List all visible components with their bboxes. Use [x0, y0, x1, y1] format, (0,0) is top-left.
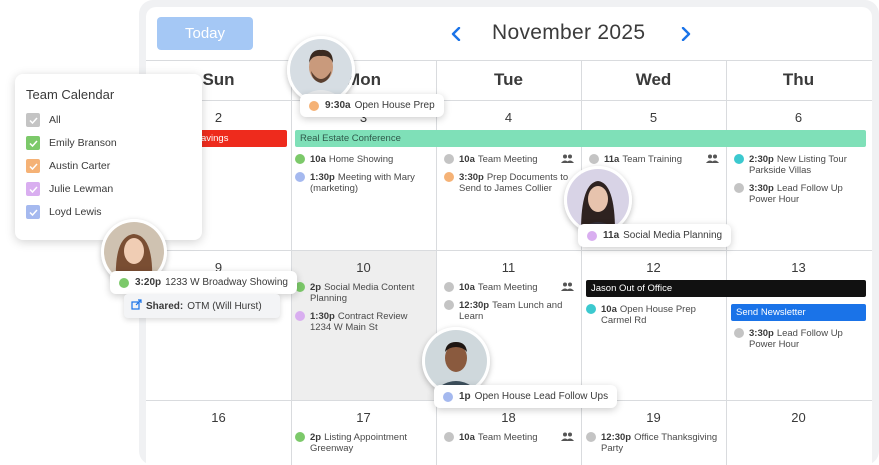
event-dot — [586, 432, 596, 442]
event-dot — [444, 282, 454, 292]
day-number[interactable]: 11 — [436, 260, 581, 275]
event-dot — [587, 230, 597, 241]
event-dot — [444, 172, 454, 182]
prev-month-icon[interactable] — [451, 27, 461, 41]
event-dot — [443, 391, 453, 402]
team-member-emily[interactable]: Emily Branson — [26, 136, 117, 150]
checkbox-checked-icon[interactable] — [26, 182, 40, 196]
team-member-label: Loyd Lewis — [49, 206, 102, 218]
grid-line — [146, 60, 872, 61]
checkbox-checked-icon[interactable] — [26, 113, 40, 127]
share-icon — [131, 299, 142, 313]
checkbox-checked-icon[interactable] — [26, 205, 40, 219]
month-title: November 2025 — [492, 21, 646, 44]
event-item[interactable]: 3:30p Prep Documents to Send to James Coll… — [444, 172, 580, 194]
team-member-label: Julie Lewman — [49, 183, 114, 195]
dayname-tue: Tue — [494, 70, 523, 89]
day-number[interactable]: 6 — [726, 110, 871, 125]
event-item[interactable]: 10a Team Meeting — [444, 432, 574, 443]
day-number[interactable]: 19 — [581, 410, 726, 425]
team-icon — [561, 432, 574, 444]
team-member-all[interactable]: All — [26, 113, 61, 127]
event-item[interactable]: 11a Team Training — [589, 154, 719, 165]
day-number[interactable]: 13 — [726, 260, 871, 275]
event-item[interactable]: 10a Home Showing — [295, 154, 433, 165]
team-member-loyd[interactable]: Loyd Lewis — [26, 205, 102, 219]
team-member-austin[interactable]: Austin Carter — [26, 159, 110, 173]
team-calendar-panel: Team Calendar All Emily Branson Austin C… — [15, 74, 202, 240]
event-dot — [309, 100, 319, 111]
checkbox-checked-icon[interactable] — [26, 159, 40, 173]
event-item[interactable]: 10a Team Meeting — [444, 282, 574, 293]
event-dot — [444, 432, 454, 442]
event-item[interactable]: 12:30p Team Lunch and Learn — [444, 300, 580, 322]
grid-line — [146, 250, 872, 251]
event-dot — [734, 328, 744, 338]
event-dot — [444, 154, 454, 164]
team-member-label: Austin Carter — [49, 160, 111, 172]
newsletter-bar[interactable]: Send Newsletter — [731, 304, 866, 321]
event-item[interactable]: 2p Listing Appointment Greenway — [295, 432, 433, 454]
event-dot — [734, 183, 744, 193]
team-panel-title: Team Calendar — [26, 87, 115, 102]
conference-bar[interactable]: Real Estate Conference — [295, 130, 866, 147]
event-dot — [295, 311, 305, 321]
day-number[interactable]: 10 — [291, 260, 436, 275]
team-member-julie[interactable]: Julie Lewman — [26, 182, 113, 196]
event-dot — [295, 154, 305, 164]
dayname-wed: Wed — [635, 70, 672, 89]
event-dot — [586, 304, 596, 314]
team-member-label: All — [49, 114, 61, 126]
event-item[interactable]: 3:30p Lead Follow Up Power Hour — [734, 183, 869, 205]
event-dot — [734, 154, 744, 164]
event-item[interactable]: 2:30p New Listing Tour Parkside Villas — [734, 154, 869, 176]
event-dot — [444, 300, 454, 310]
day-number[interactable]: 5 — [581, 110, 726, 125]
grid-line — [146, 100, 872, 101]
next-month-icon[interactable] — [681, 27, 691, 41]
today-button[interactable]: Today — [157, 17, 253, 50]
event-dot — [589, 154, 599, 164]
shared-calendar-tag[interactable]: Shared: OTM (Will Hurst) — [124, 294, 280, 318]
popup-open-house-prep[interactable]: 9:30a Open House Prep — [300, 94, 444, 117]
event-item[interactable]: 2p Social Media Content Planning — [295, 282, 433, 304]
event-item[interactable]: 10a Open House Prep Carmel Rd — [586, 304, 721, 326]
out-of-office-bar[interactable]: Jason Out of Office — [586, 280, 866, 297]
popup-broadway-showing[interactable]: 3:20p 1233 W Broadway Showing — [110, 271, 297, 294]
team-icon — [706, 154, 719, 166]
day-number[interactable]: 16 — [146, 410, 291, 425]
event-item[interactable]: 3:30p Lead Follow Up Power Hour — [734, 328, 869, 350]
day-number[interactable]: 20 — [726, 410, 871, 425]
event-item[interactable]: 1:30p Contract Review 1234 W Main St — [295, 311, 433, 333]
event-item[interactable]: 10a Team Meeting — [444, 154, 574, 165]
event-dot — [295, 172, 305, 182]
event-item[interactable]: 12:30p Office Thanksgiving Party — [586, 432, 721, 454]
event-dot — [119, 277, 129, 288]
day-number[interactable]: 18 — [436, 410, 581, 425]
popup-lead-follow-ups[interactable]: 1p Open House Lead Follow Ups — [434, 385, 618, 408]
team-icon — [561, 282, 574, 294]
day-number[interactable]: 17 — [291, 410, 436, 425]
team-member-label: Emily Branson — [49, 137, 117, 149]
event-dot — [295, 432, 305, 442]
team-icon — [561, 154, 574, 166]
dayname-thu: Thu — [782, 70, 815, 89]
day-number[interactable]: 4 — [436, 110, 581, 125]
day-number[interactable]: 12 — [581, 260, 726, 275]
event-item[interactable]: 1:30p Meeting with Mary (marketing) — [295, 172, 433, 194]
checkbox-checked-icon[interactable] — [26, 136, 40, 150]
popup-social-media[interactable]: 11a Social Media Planning — [578, 224, 732, 247]
